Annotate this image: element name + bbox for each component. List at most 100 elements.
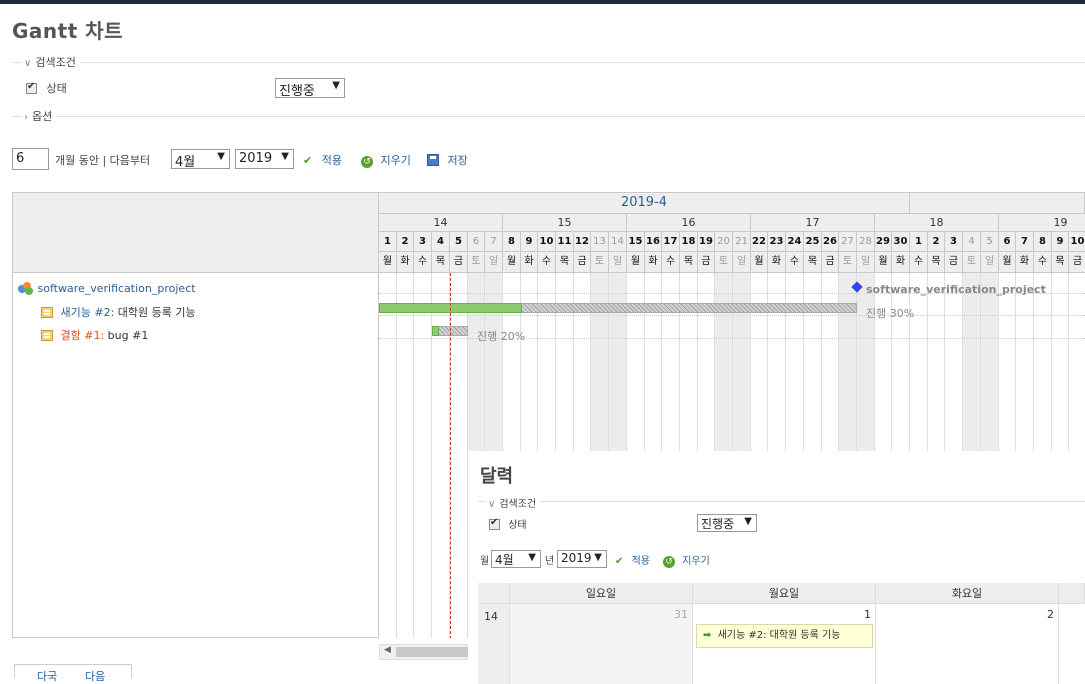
day-of-week-header: 목 — [1052, 252, 1069, 273]
day-number-header: 3 — [414, 232, 432, 252]
calendar-year-prefix: 년 — [545, 556, 555, 567]
day-of-week-header: 목 — [804, 252, 822, 273]
dropdown-arrow-icon: ▼ — [217, 151, 225, 162]
day-number-header: 5 — [450, 232, 468, 252]
day-number-header: 28 — [857, 232, 875, 252]
issue-icon — [41, 330, 53, 341]
day-of-week-header: 월 — [999, 252, 1016, 273]
calendar-day-cell[interactable]: 31 — [510, 604, 693, 684]
day-of-week-header: 화 — [521, 252, 538, 273]
calendar-week-number-cell: 14 — [478, 604, 510, 684]
calendar-month-select[interactable]: 4월 ▼ — [491, 550, 541, 568]
day-of-week-header: 토 — [963, 252, 981, 273]
calendar-week-col-header — [478, 583, 510, 604]
day-number-header: 11 — [556, 232, 574, 252]
feature-subject: 대학원 등록 기능 — [117, 306, 196, 319]
day-of-week-header: 일 — [609, 252, 627, 273]
today-line — [450, 273, 451, 638]
save-label: 저장 — [447, 154, 468, 167]
calendar-year-select[interactable]: 2019 ▼ — [557, 550, 607, 568]
filters-border — [12, 62, 1085, 63]
day-number-header: 24 — [786, 232, 804, 252]
year-select-value: 2019 — [239, 151, 273, 166]
day-of-week-header: 수 — [786, 252, 804, 273]
calendar-year-select-value: 2019 — [561, 551, 592, 565]
calendar-status-checkbox[interactable] — [489, 517, 500, 530]
chevron-down-icon: ∨ — [24, 58, 32, 69]
checkmark-icon: ✔ — [615, 556, 624, 567]
clear-button[interactable]: ↺ 지우기 — [361, 152, 411, 168]
calendar-status-filter[interactable]: 상태 — [489, 516, 527, 531]
bug-tracker-link[interactable]: 결함 #1: — [61, 329, 105, 342]
tree-item-bug[interactable]: 결함 #1: bug #1 — [41, 327, 148, 347]
calendar-day-cell[interactable]: 2 — [876, 604, 1059, 684]
months-input[interactable]: 6 — [12, 148, 49, 170]
day-of-week-header: 수 — [662, 252, 680, 273]
day-of-week-header: 화 — [1016, 252, 1034, 273]
day-of-week-header: 목 — [556, 252, 574, 273]
feature-tracker-link[interactable]: 새기능 #2: — [61, 306, 115, 319]
week-header: 17 — [751, 214, 875, 232]
day-of-week-header: 금 — [1069, 252, 1085, 273]
day-of-week-header: 금 — [822, 252, 839, 273]
day-number-header: 18 — [680, 232, 698, 252]
day-number-header: 9 — [521, 232, 538, 252]
issue-icon — [41, 307, 53, 318]
day-number-header: 13 — [591, 232, 609, 252]
day-number-header: 12 — [574, 232, 591, 252]
calendar-apply-label: 적용 — [631, 556, 650, 567]
day-of-week-header: 금 — [450, 252, 468, 273]
filters-legend[interactable]: ∨ 검색조건 — [22, 54, 80, 70]
day-number-header: 23 — [768, 232, 786, 252]
day-of-week-header: 목 — [680, 252, 698, 273]
day-number-header: 8 — [1034, 232, 1052, 252]
reload-icon: ↺ — [361, 156, 373, 168]
options-legend[interactable]: › 옵션 — [22, 108, 57, 124]
bottom-tab-2[interactable]: 다음 — [85, 668, 105, 684]
calendar-status-select[interactable]: 진행중 ▼ — [697, 514, 757, 532]
day-number-header: 8 — [503, 232, 521, 252]
calendar-day-cell[interactable]: 1 ➡ 새기능 #2: 대학원 등록 기능 — [693, 604, 876, 684]
day-number-header: 17 — [662, 232, 680, 252]
calendar-header-sun: 일요일 — [510, 583, 693, 604]
day-number-header: 2 — [397, 232, 414, 252]
tree-item-feature[interactable]: 새기능 #2: 대학원 등록 기능 — [41, 304, 196, 324]
scroll-left-arrow-icon[interactable]: ◀ — [384, 645, 391, 655]
day-number-header: 1 — [910, 232, 928, 252]
row-divider — [379, 315, 1085, 316]
day-of-week-header: 일 — [857, 252, 875, 273]
bottom-tab-1[interactable]: 다국 — [37, 668, 57, 684]
day-number-header: 1 — [379, 232, 397, 252]
calendar-header-tue: 화요일 — [876, 583, 1059, 604]
month-select[interactable]: 4월 ▼ — [171, 149, 230, 170]
calendar-issue-item[interactable]: ➡ 새기능 #2: 대학원 등록 기능 — [696, 624, 873, 648]
save-button[interactable]: 저장 — [427, 152, 468, 168]
status-checkbox[interactable] — [26, 81, 37, 94]
status-select[interactable]: 진행중 ▼ — [275, 78, 345, 99]
apply-button[interactable]: ✔ 적용 — [303, 152, 342, 168]
scrollbar-thumb[interactable] — [396, 647, 468, 657]
calendar-filters-legend[interactable]: ∨ 검색조건 — [486, 495, 541, 510]
horizontal-scrollbar[interactable]: ◀ — [379, 644, 469, 660]
day-of-week-header: 화 — [645, 252, 662, 273]
feature-progress-label: 진행 30% — [866, 307, 915, 320]
day-of-week-header: 월 — [751, 252, 768, 273]
day-number-header: 27 — [839, 232, 857, 252]
day-of-week-header: 토 — [839, 252, 857, 273]
day-number-header: 6 — [999, 232, 1016, 252]
status-filter[interactable]: 상태 — [26, 80, 67, 96]
floppy-disk-icon — [427, 154, 439, 166]
year-select[interactable]: 2019 ▼ — [235, 149, 294, 169]
calendar-week-number: 14 — [484, 610, 498, 623]
calendar-apply-button[interactable]: ✔ 적용 — [615, 552, 650, 567]
calendar-clear-button[interactable]: ↺ 지우기 — [663, 552, 710, 568]
arrow-right-icon: ➡ — [703, 630, 712, 641]
dropdown-arrow-icon: ▼ — [332, 80, 340, 91]
project-link[interactable]: software_verification_project — [38, 282, 196, 295]
calendar-day-number: 31 — [674, 608, 688, 621]
day-number-header: 7 — [1016, 232, 1034, 252]
day-number-header: 25 — [804, 232, 822, 252]
day-of-week-header: 화 — [768, 252, 786, 273]
tree-item-project[interactable]: software_verification_project — [18, 282, 196, 302]
gantt-subjects-header — [13, 193, 378, 273]
